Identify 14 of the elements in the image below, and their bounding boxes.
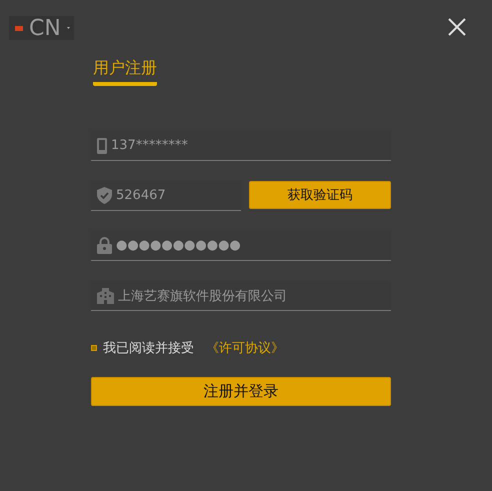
license-link[interactable]: 《许可协议》 (206, 339, 284, 357)
tab[interactable]: 用户注册 (93, 58, 157, 86)
close-button[interactable] (448, 18, 466, 38)
building-icon (97, 288, 114, 304)
shield-icon (97, 187, 112, 204)
register-button[interactable]: 注册并登录 (91, 377, 391, 406)
flag-icon (15, 26, 23, 30)
lock-icon (97, 237, 112, 254)
get-code-button[interactable]: 获取验证码 (249, 181, 391, 209)
phone-icon (97, 138, 107, 154)
language-selector[interactable]: CN (9, 16, 74, 40)
checkbox[interactable] (91, 345, 97, 351)
caret-icon (66, 27, 70, 29)
agreement-text: 我已阅读并接受 (103, 340, 194, 357)
